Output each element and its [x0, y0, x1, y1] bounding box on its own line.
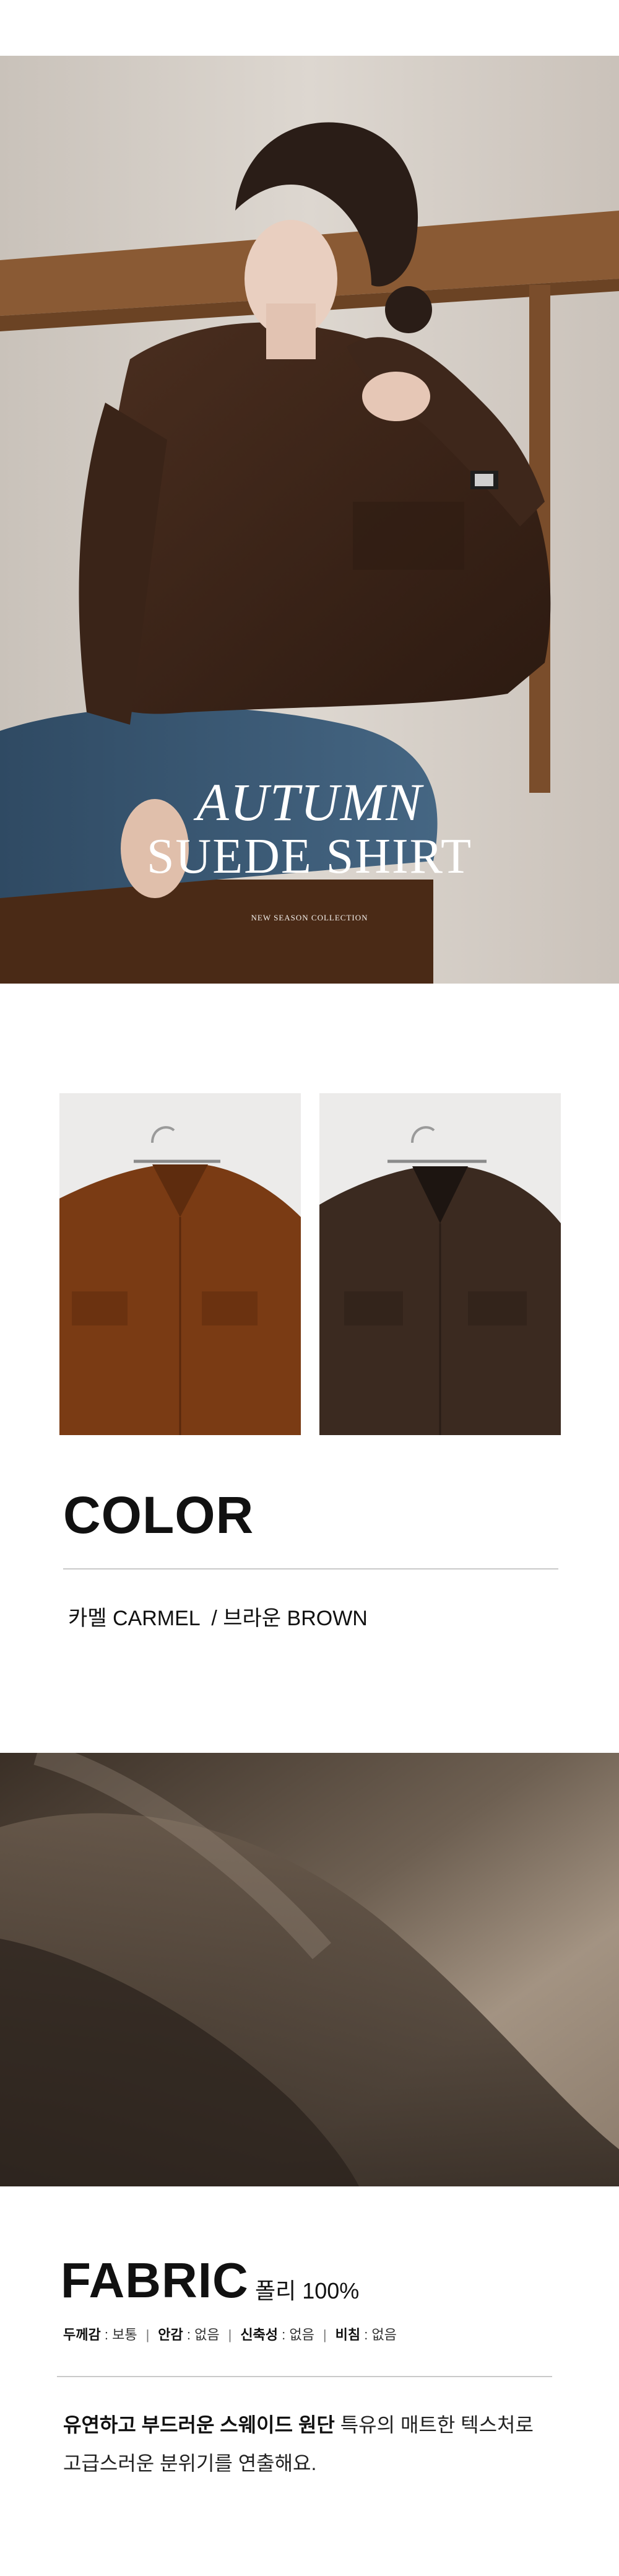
fabric-heading: FABRIC: [61, 2253, 249, 2308]
fabric-description-line1: 유연하고 부드러운 스웨이드 원단 특유의 매트한 텍스처로: [63, 2414, 534, 2436]
spec-item-stretch: 신축성 : 없음: [240, 2327, 314, 2342]
color-divider: [63, 1568, 558, 1570]
color-heading: COLOR: [63, 1486, 254, 1544]
shirt-brown-photo: [319, 1093, 561, 1435]
hero-title-line2: SUEDE SHIRT: [146, 829, 473, 884]
fabric-description-line2: 고급스러운 분위기를 연출해요.: [63, 2452, 317, 2474]
hero-caption: NEW SEASON COLLECTION: [251, 913, 368, 922]
swatch-image-carmel: [59, 1093, 301, 1435]
fabric-composition: 폴리 100%: [255, 2278, 360, 2303]
spec-item-sheerness: 비침 : 없음: [335, 2327, 397, 2342]
spec-item-thickness: 두께감 : 보통: [63, 2327, 137, 2342]
fabric-divider: [57, 2376, 552, 2377]
spec-item-lining: 안감 : 없음: [158, 2327, 220, 2342]
shirt-carmel-photo: [59, 1093, 301, 1435]
swatch-image-brown: [319, 1093, 561, 1435]
suede-texture-photo: [0, 1753, 619, 2186]
hero-title-line1: AUTUMN: [196, 772, 423, 832]
hero-image: AUTUMN SUEDE SHIRT NEW SEASON COLLECTION: [0, 56, 619, 984]
color-options-text: 카멜 CARMEL / 브라운 BROWN: [68, 1607, 368, 1630]
fabric-closeup-image: [0, 1753, 619, 2186]
fabric-specs: 두께감 : 보통 | 안감 : 없음 | 신축성 : 없음 | 비침 : 없음: [63, 2327, 397, 2342]
